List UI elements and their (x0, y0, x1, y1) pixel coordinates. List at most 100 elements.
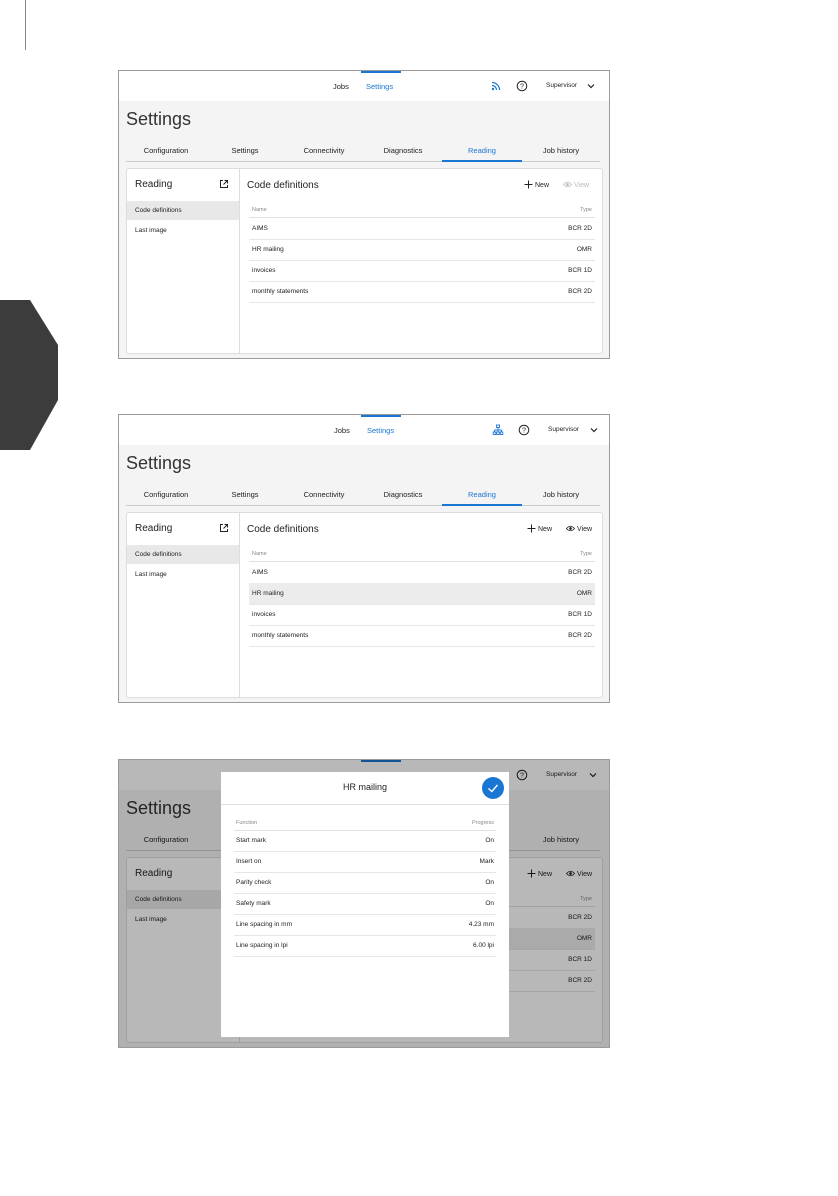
row-type: OMR (576, 246, 592, 253)
help-icon[interactable]: ? (518, 424, 530, 436)
table-row[interactable]: monthly statements BCR 2D (249, 281, 595, 303)
new-button[interactable]: New (524, 180, 549, 189)
page-title: Settings (126, 109, 192, 129)
tab-active-underline (442, 160, 522, 162)
table-row[interactable]: invoices BCR 1D (249, 260, 595, 282)
tab-configuration[interactable]: Configuration (126, 490, 206, 499)
tab-reading[interactable]: Reading (442, 146, 522, 155)
check-icon (488, 784, 499, 793)
tab-bar: Configuration Settings Connectivity Diag… (126, 141, 600, 162)
sidebar-item-last-image[interactable]: Last image (127, 221, 239, 240)
chevron-down-icon[interactable] (589, 425, 599, 435)
new-button[interactable]: New (527, 524, 552, 533)
hr-mailing-dialog: HR mailing Function Progress Start mark … (221, 772, 509, 1037)
tab-reading[interactable]: Reading (442, 490, 522, 499)
table-header: Name Type (249, 207, 595, 218)
nav-active-indicator (361, 71, 401, 73)
row-function: Insert on (236, 858, 262, 865)
view-button-label: View (577, 526, 593, 533)
row-type: BCR 2D (568, 569, 592, 576)
dialog-title: HR mailing (342, 782, 387, 792)
top-bar: Jobs Settings ? Supervisor (119, 415, 609, 445)
table-header: Name Type (249, 551, 595, 562)
nav-jobs[interactable]: Jobs (333, 82, 349, 91)
row-function: Start mark (236, 837, 266, 844)
confirm-button[interactable] (482, 777, 504, 799)
reading-sidebar: Reading Code definitions Last image (127, 513, 240, 697)
table-row[interactable]: HR mailing OMR (249, 239, 595, 261)
help-icon[interactable]: ? (516, 80, 528, 92)
table-row[interactable]: AIMS BCR 2D (249, 218, 595, 240)
nav-settings[interactable]: Settings (367, 426, 394, 435)
tab-diagnostics[interactable]: Diagnostics (363, 146, 443, 155)
row-type: BCR 2D (568, 632, 592, 639)
table-row[interactable]: AIMS BCR 2D (249, 562, 595, 584)
user-menu[interactable]: Supervisor (546, 82, 577, 89)
row-value: On (485, 837, 494, 844)
tab-connectivity[interactable]: Connectivity (284, 146, 364, 155)
svg-text:?: ? (520, 84, 524, 91)
tab-job-history[interactable]: Job history (521, 490, 601, 499)
chapter-side-tab (0, 300, 58, 450)
svg-text:?: ? (522, 428, 526, 435)
margin-rule (25, 0, 26, 50)
row-value: On (485, 879, 494, 886)
plus-icon (524, 180, 533, 189)
external-link-icon[interactable] (219, 179, 229, 189)
view-button-label: View (574, 182, 590, 189)
dialog-header: HR mailing (221, 772, 509, 805)
row-function: Line spacing in lpi (236, 942, 288, 949)
dialog-row: Insert on Mark (234, 851, 496, 873)
tab-settings[interactable]: Settings (205, 146, 285, 155)
chevron-down-icon[interactable] (586, 81, 596, 91)
tab-connectivity[interactable]: Connectivity (284, 490, 364, 499)
reading-card: Reading Code definitions Last image Code… (126, 168, 603, 354)
nav-jobs[interactable]: Jobs (334, 426, 350, 435)
col-function-header: Function (236, 820, 258, 826)
row-name: monthly statements (252, 288, 309, 295)
reading-sidebar: Reading Code definitions Last image (127, 169, 240, 353)
row-function: Line spacing in mm (236, 921, 292, 928)
view-button[interactable]: View (566, 524, 592, 533)
col-type-header: Type (580, 207, 592, 213)
tab-diagnostics[interactable]: Diagnostics (363, 490, 443, 499)
sidebar-title: Reading (135, 179, 173, 190)
nav-active-indicator (361, 415, 401, 417)
dialog-row: Safety mark On (234, 893, 496, 915)
table-row-selected[interactable]: HR mailing OMR (249, 583, 595, 605)
row-name: AIMS (252, 225, 268, 232)
row-name: AIMS (252, 569, 268, 576)
screenshot-1: Jobs Settings ? Supervisor Settings Conf… (118, 70, 610, 359)
sidebar-item-last-image[interactable]: Last image (127, 565, 239, 584)
row-name: HR mailing (252, 246, 284, 253)
tab-settings[interactable]: Settings (205, 490, 285, 499)
nav-settings[interactable]: Settings (366, 82, 393, 91)
view-button[interactable]: View (563, 180, 589, 189)
row-type: OMR (576, 590, 592, 597)
page-title: Settings (126, 453, 192, 473)
eye-icon (563, 181, 572, 188)
table-row[interactable]: monthly statements BCR 2D (249, 625, 595, 647)
row-function: Safety mark (236, 900, 271, 907)
col-progress-header: Progress (471, 820, 494, 826)
network-icon[interactable] (492, 424, 504, 436)
tab-configuration[interactable]: Configuration (126, 146, 206, 155)
section-title: Code definitions (247, 180, 319, 191)
table-row[interactable]: invoices BCR 1D (249, 604, 595, 626)
sidebar-item-code-definitions[interactable]: Code definitions (127, 201, 239, 220)
rss-icon[interactable] (490, 80, 502, 92)
dialog-row: Line spacing in mm 4.23 mm (234, 914, 496, 936)
external-link-icon[interactable] (219, 523, 229, 533)
user-menu[interactable]: Supervisor (548, 426, 579, 433)
top-bar: Jobs Settings ? Supervisor (119, 71, 609, 101)
col-name-header: Name (252, 207, 267, 213)
tab-active-underline (442, 504, 522, 506)
section-title: Code definitions (247, 524, 319, 535)
sidebar-item-code-definitions[interactable]: Code definitions (127, 545, 239, 564)
plus-icon (527, 524, 536, 533)
new-button-label: New (535, 182, 550, 189)
dialog-row: Line spacing in lpi 6.00 lpi (234, 935, 496, 957)
tab-job-history[interactable]: Job history (521, 146, 601, 155)
row-name: invoices (252, 267, 276, 274)
row-type: BCR 2D (568, 225, 592, 232)
